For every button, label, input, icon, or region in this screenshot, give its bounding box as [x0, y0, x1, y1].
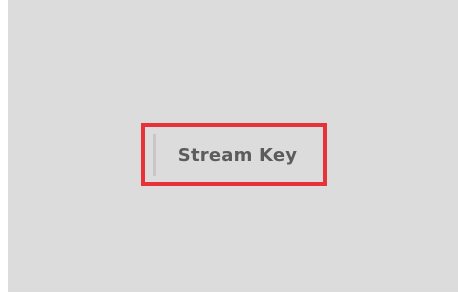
highlight-box: Stream Key — [141, 123, 327, 186]
panel-background: Stream Key — [8, 0, 458, 292]
stream-key-button[interactable]: Stream Key — [153, 134, 319, 176]
stream-key-button-label: Stream Key — [177, 144, 298, 166]
